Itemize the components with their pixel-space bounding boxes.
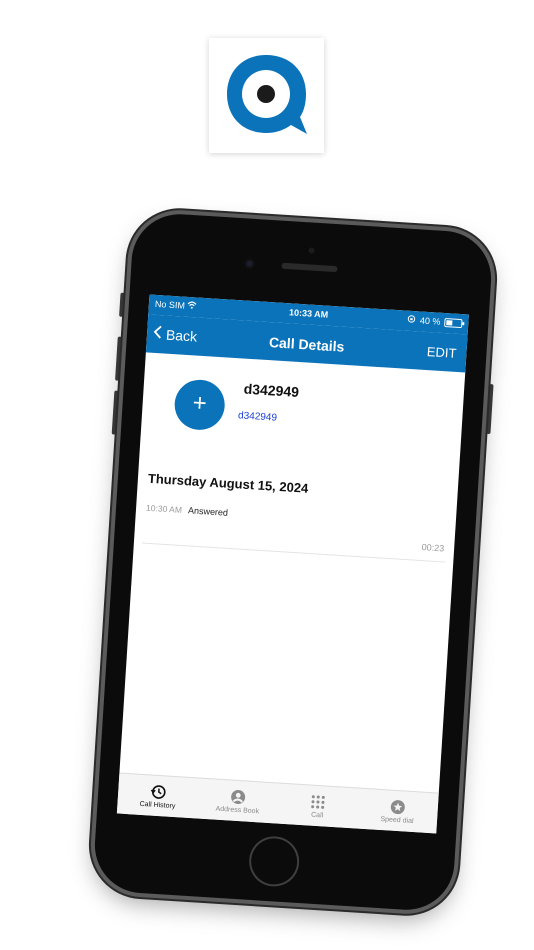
earpiece-speaker — [281, 262, 338, 273]
chat-bubble-logo-icon — [227, 55, 307, 134]
tab-call-history[interactable]: Call History — [117, 774, 199, 819]
volume-down-button — [111, 390, 119, 435]
tab-label: Speed dial — [380, 815, 414, 825]
orientation-lock-icon — [408, 315, 417, 325]
contact-number-link[interactable]: d342949 — [238, 410, 278, 423]
home-button[interactable] — [247, 834, 301, 888]
phone-screen: No SIM 10:33 AM 40 % Back Call Details E… — [116, 294, 469, 834]
battery-percent: 40 % — [419, 315, 441, 327]
tab-speed-dial[interactable]: Speed dial — [356, 789, 438, 834]
edit-button[interactable]: EDIT — [426, 344, 457, 361]
contact-name: d342949 — [243, 380, 300, 401]
person-icon — [230, 788, 247, 805]
keypad-icon — [310, 793, 327, 810]
call-duration: 00:23 — [421, 542, 445, 554]
tab-address-book[interactable]: Address Book — [197, 779, 279, 824]
phone-body: No SIM 10:33 AM 40 % Back Call Details E… — [92, 211, 494, 913]
battery-fill — [446, 319, 453, 326]
phone-mockup: No SIM 10:33 AM 40 % Back Call Details E… — [92, 211, 494, 913]
marketing-stage: No SIM 10:33 AM 40 % Back Call Details E… — [0, 0, 534, 950]
clock-history-icon — [150, 783, 167, 800]
battery-icon — [444, 317, 463, 328]
proximity-sensor — [308, 247, 315, 254]
app-logo — [209, 38, 324, 153]
volume-up-button — [115, 336, 122, 381]
contact-header: + d342949 d342949 — [140, 352, 466, 472]
tab-call[interactable]: Call — [277, 784, 359, 829]
add-contact-button[interactable]: + — [173, 378, 227, 432]
tab-label: Address Book — [215, 805, 260, 815]
tab-label: Call — [310, 811, 324, 819]
call-status: Answered — [187, 505, 229, 518]
call-time: 10:30 AM — [145, 502, 183, 515]
mute-switch — [119, 292, 125, 317]
tab-bar: Call History Address Book Call Speed dia… — [116, 772, 439, 834]
status-right-group: 40 % — [408, 315, 463, 328]
star-icon — [389, 798, 406, 815]
tab-label: Call History — [139, 800, 176, 810]
call-date-heading: Thursday August 15, 2024 — [147, 470, 309, 496]
power-button — [486, 383, 494, 435]
front-camera — [244, 258, 255, 269]
